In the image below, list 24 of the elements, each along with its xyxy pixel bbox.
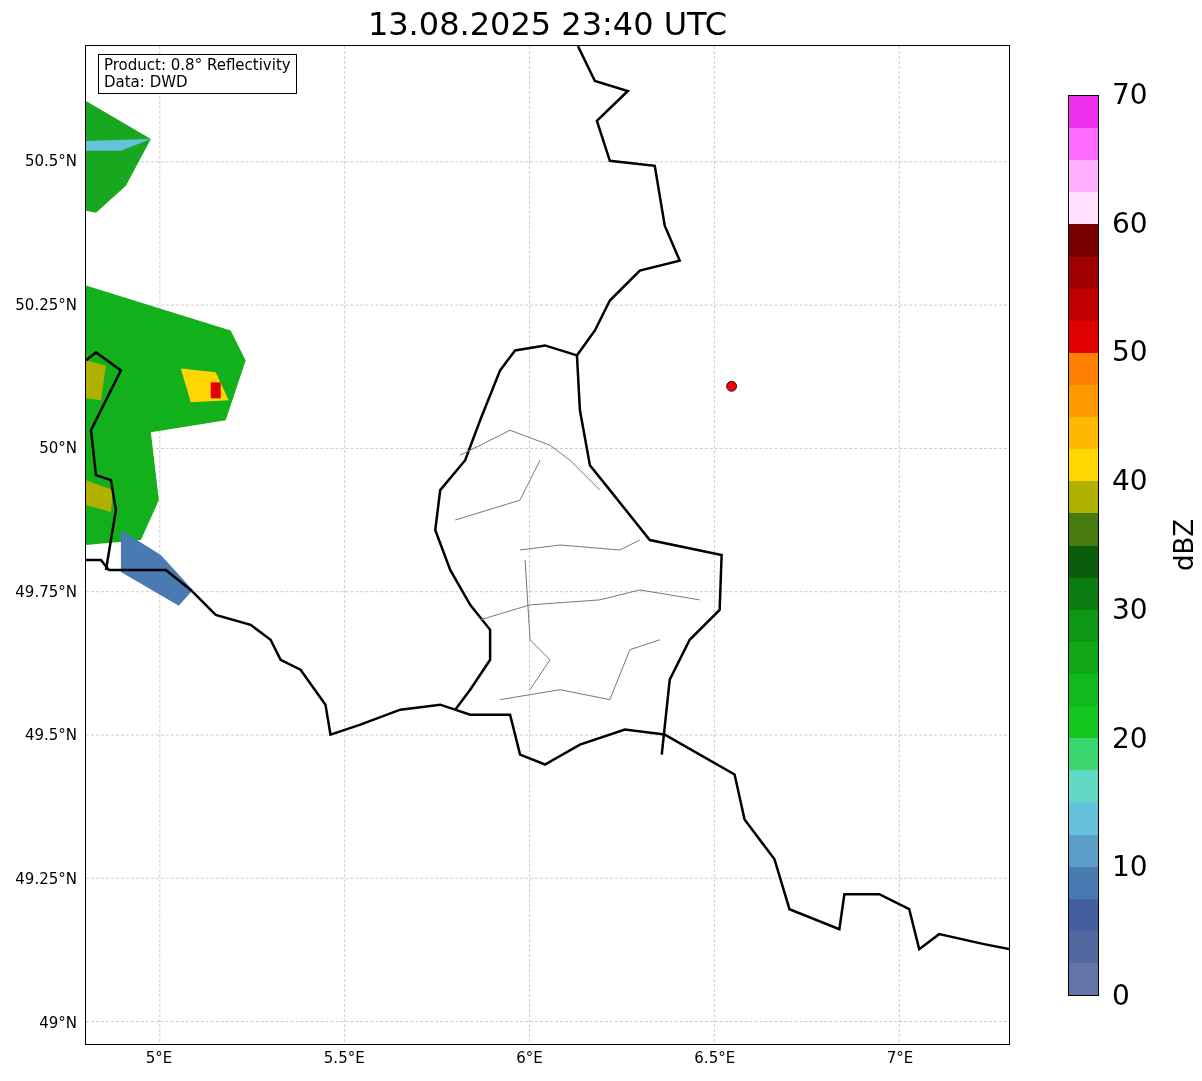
colorbar-tick-label: 60 <box>1112 207 1148 240</box>
longitude-label: 5°E <box>144 1049 174 1067</box>
longitude-label: 6°E <box>515 1049 544 1067</box>
legend-text: Data: DWD <box>104 74 189 91</box>
colorbar-tick-label: 50 <box>1112 336 1148 369</box>
latitude-label: 50°N <box>39 439 77 458</box>
legend-text: Product: 0.8° Reflectivity <box>104 57 291 74</box>
colorbar-tick-label: 70 <box>1112 79 1148 111</box>
longitude-label: 7°E <box>885 1049 915 1067</box>
latitude-label: 50.25°N <box>15 295 77 314</box>
longitude-label: 6.5°E <box>693 1049 737 1067</box>
colorbar-tick-label: 30 <box>1112 593 1148 626</box>
longitude-label: 5.5°E <box>322 1049 366 1067</box>
colorbar-tick-label: 40 <box>1112 465 1148 498</box>
latitude-label: 49.25°N <box>15 870 77 888</box>
latitude-label: 49°N <box>39 1013 77 1032</box>
colorbar-tick-label: 0 <box>1112 980 1130 1012</box>
latitude-label: 49.75°N <box>15 582 77 601</box>
latitude-label: 49.5°N <box>24 726 77 745</box>
chart-title: 13.08.2025 23:40 UTC <box>366 4 729 44</box>
colorbar-label: dBZ <box>1169 518 1200 572</box>
colorbar-tick-label: 10 <box>1112 851 1148 884</box>
colorbar-tick-label: 20 <box>1112 722 1148 755</box>
latitude-label: 50.5°N <box>24 152 77 170</box>
